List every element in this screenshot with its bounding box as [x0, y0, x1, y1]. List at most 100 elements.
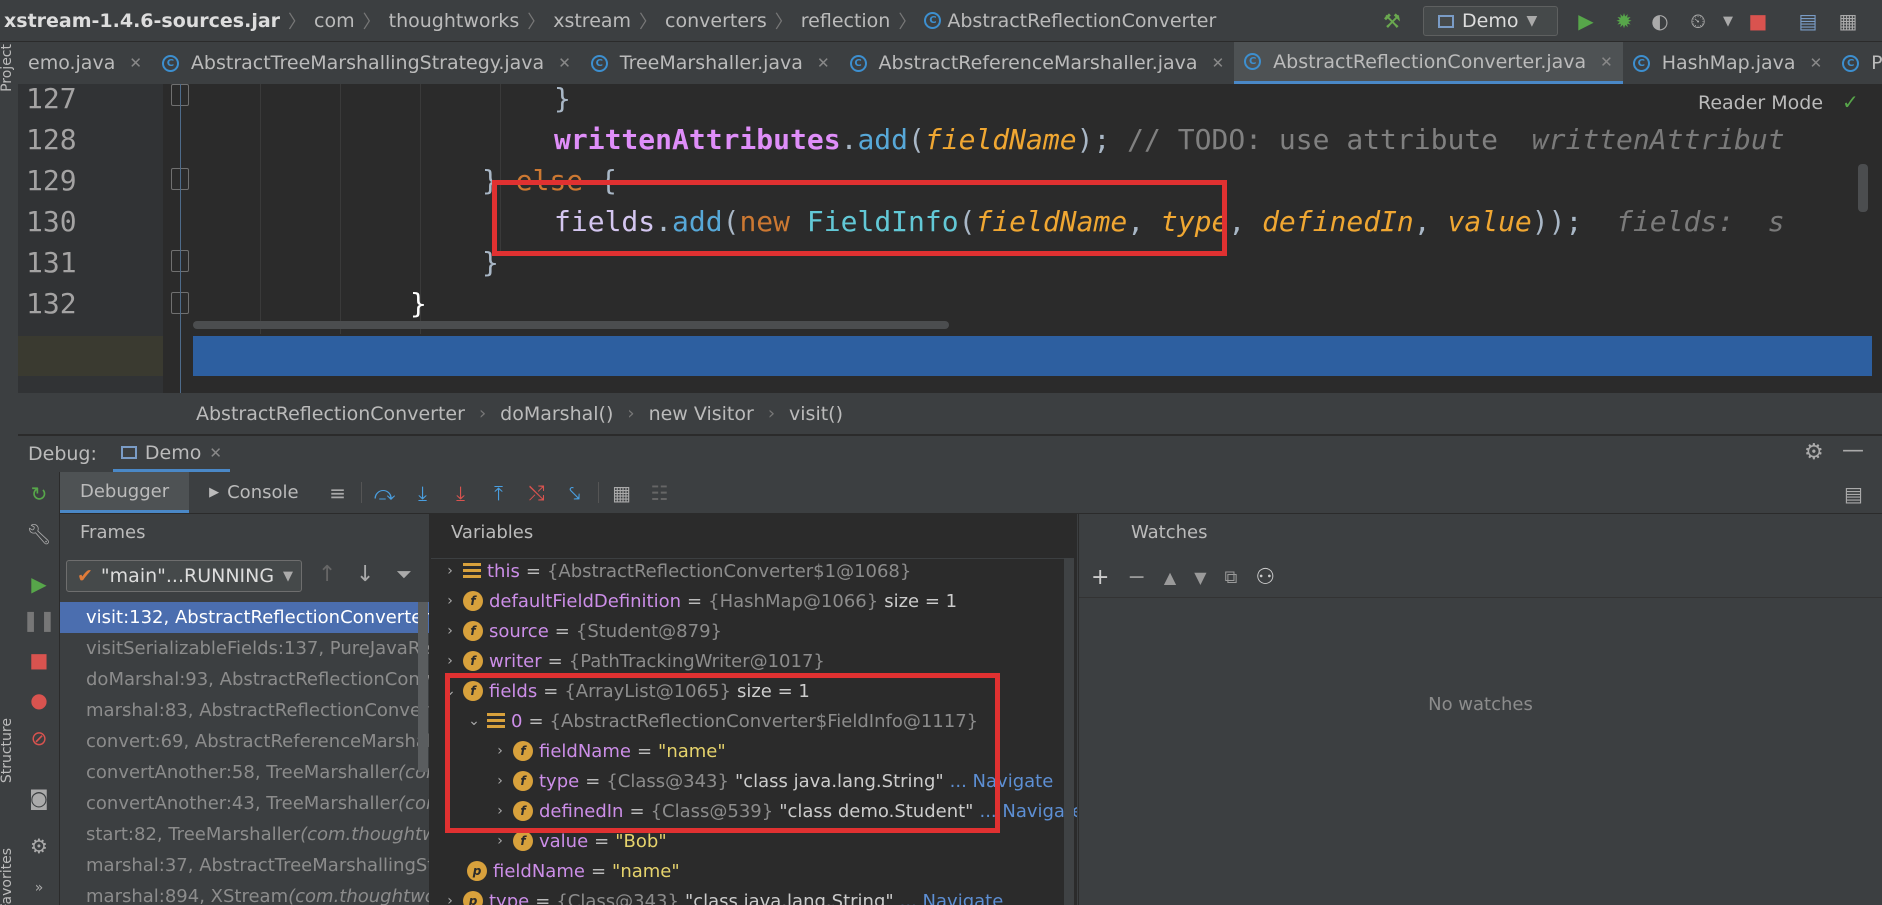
more-run-chevron-icon[interactable]: ▼ — [1716, 9, 1740, 33]
wrench-icon[interactable]: 🔧︎ — [26, 522, 51, 546]
step-over-icon[interactable]: ⤓ — [404, 472, 442, 513]
evaluate-expression-icon[interactable]: ▦ — [603, 472, 641, 513]
settings-icon[interactable]: ⚙ — [27, 834, 51, 858]
code-editor[interactable]: 127 128 129 130 131 132 Reader Mode ✓ } … — [18, 84, 1872, 393]
structure-tool-tab[interactable]: Structure — [0, 718, 15, 783]
crumb-reflection[interactable]: reflection — [793, 10, 899, 32]
debug-bug-icon[interactable]: ✹ — [1612, 9, 1636, 33]
thread-select[interactable]: ✔ "main"...RUNNING ▼ — [66, 560, 302, 592]
build-hammer-icon[interactable]: ⚒ — [1380, 9, 1404, 33]
coverage-icon[interactable]: ◐ — [1648, 9, 1672, 33]
tab-abstract-reflection-converter[interactable]: C AbstractReflectionConverter.java ✕ — [1234, 42, 1623, 84]
close-icon[interactable]: ✕ — [558, 54, 571, 72]
mute-breakpoints-icon[interactable]: ⊘ — [27, 726, 51, 750]
tab-pure-java-reflection[interactable]: C PureJavaRefl — [1832, 42, 1882, 84]
resume-icon[interactable]: ▶ — [27, 572, 51, 596]
gear-icon[interactable]: ⚙ — [1804, 440, 1824, 465]
chevron-right-icon[interactable]: › — [443, 653, 457, 669]
pause-icon[interactable]: ❚❚ — [22, 608, 56, 632]
glasses-icon[interactable]: ⚇ — [1255, 565, 1275, 590]
duplicate-icon[interactable]: ⧉ — [1225, 567, 1238, 588]
variable-row[interactable]: › f writer = {PathTrackingWriter@1017} — [443, 646, 825, 676]
tab-debugger[interactable]: Debugger — [60, 472, 190, 513]
horizontal-scrollbar[interactable] — [193, 321, 949, 329]
force-step-into-icon[interactable]: ⤓ — [442, 472, 480, 513]
chevron-right-icon[interactable]: › — [443, 563, 457, 579]
chevron-right-icon[interactable]: › — [443, 593, 457, 609]
chevron-right-icon[interactable]: › — [443, 623, 457, 639]
move-down-icon[interactable]: ▼ — [1194, 568, 1206, 587]
arrow-up-icon[interactable]: ↑ — [318, 562, 336, 587]
camera-icon[interactable]: ◙ — [27, 786, 51, 810]
minimize-icon[interactable]: — — [1842, 438, 1864, 463]
vertical-scrollbar[interactable] — [1858, 164, 1868, 212]
crumb-jar[interactable]: xstream-1.4.6-sources.jar — [0, 10, 288, 32]
variable-row[interactable]: › p type = {Class@343} "class java.lang.St… — [443, 886, 1003, 905]
bc-class[interactable]: AbstractReflectionConverter — [196, 403, 465, 425]
variable-row[interactable]: › f defaultFieldDefinition = {HashMap@106… — [443, 586, 957, 616]
chevron-right-icon[interactable]: › — [493, 833, 507, 849]
tab-demo-java[interactable]: emo.java ✕ — [18, 42, 152, 84]
tab-abstract-tree-marshalling-strategy[interactable]: C AbstractTreeMarshallingStrategy.java ✕ — [152, 42, 581, 84]
variable-row[interactable]: › this = {AbstractReflectionConverter$1@… — [443, 556, 911, 586]
step-out-icon[interactable]: ⤒ — [480, 472, 518, 513]
frames-scrollbar[interactable] — [418, 602, 428, 772]
tab-tree-marshaller[interactable]: C TreeMarshaller.java ✕ — [581, 42, 840, 84]
close-icon[interactable]: ✕ — [1212, 54, 1225, 72]
project-structure-icon[interactable]: ▤ — [1796, 9, 1820, 33]
crumb-com[interactable]: com — [306, 10, 363, 32]
chevron-right-icon[interactable]: › — [443, 893, 457, 905]
inspection-ok-check-icon[interactable]: ✓ — [1842, 90, 1859, 114]
filter-icon[interactable]: ⏷ — [396, 562, 412, 586]
move-up-icon[interactable]: ▲ — [1164, 568, 1176, 587]
more-icon[interactable]: » — [27, 876, 51, 900]
close-icon[interactable]: ✕ — [817, 54, 830, 72]
stop-icon[interactable]: ■ — [27, 648, 51, 672]
frame-row[interactable]: start:82, TreeMarshaller (com.thoughtwo — [60, 819, 429, 850]
frame-row[interactable]: convertAnother:58, TreeMarshaller (com — [60, 757, 429, 788]
add-watch-icon[interactable]: + — [1091, 565, 1109, 590]
run-to-cursor-icon[interactable]: ⤥ — [556, 472, 594, 513]
close-icon[interactable]: ✕ — [129, 54, 142, 72]
settings-icon[interactable]: ▦ — [1836, 9, 1860, 33]
frame-row[interactable]: visitSerializableFields:137, PureJavaRef… — [60, 633, 429, 664]
trace-icon[interactable]: ☷ — [641, 472, 679, 513]
frame-row[interactable]: marshal:83, AbstractReflectionConverter — [60, 695, 429, 726]
run-configuration-select[interactable]: Demo ▼ — [1423, 6, 1558, 36]
crumb-thoughtworks[interactable]: thoughtworks — [381, 10, 528, 32]
close-icon[interactable]: ✕ — [209, 444, 222, 462]
bc-visit[interactable]: visit() — [789, 403, 843, 425]
show-execution-point-icon[interactable]: ⤼ — [366, 472, 404, 513]
debug-session-tab[interactable]: Demo ✕ — [112, 436, 230, 472]
view-breakpoints-icon[interactable]: ● — [27, 688, 51, 712]
run-icon[interactable]: ▶ — [1574, 9, 1598, 33]
profile-icon[interactable]: ⏲ — [1686, 9, 1710, 33]
rerun-icon[interactable]: ↻ — [27, 482, 51, 506]
restore-layout-icon[interactable]: ▤ — [1844, 482, 1863, 506]
frame-row[interactable]: convert:69, AbstractReferenceMarshalle — [60, 726, 429, 757]
frame-row[interactable]: convertAnother:43, TreeMarshaller (com — [60, 788, 429, 819]
tab-abstract-reference-marshaller[interactable]: C AbstractReferenceMarshaller.java ✕ — [840, 42, 1235, 84]
crumb-xstream[interactable]: xstream — [545, 10, 639, 32]
variable-row[interactable]: p fieldName = "name" — [467, 856, 680, 886]
bc-method[interactable]: doMarshal() — [500, 403, 613, 425]
tab-hashmap[interactable]: C HashMap.java ✕ — [1623, 42, 1832, 84]
variables-scrollbar[interactable] — [1064, 558, 1074, 905]
drop-frame-icon[interactable]: ⤭ — [518, 472, 556, 513]
variable-row[interactable]: › f source = {Student@879} — [443, 616, 722, 646]
crumb-converters[interactable]: converters — [657, 10, 775, 32]
frame-row[interactable]: marshal:894, XStream (com.thoughtwo — [60, 881, 429, 905]
project-tool-tab[interactable]: Project — [0, 44, 15, 92]
bc-visitor[interactable]: new Visitor — [649, 403, 754, 425]
frame-row[interactable]: doMarshal:93, AbstractReflectionConver — [60, 664, 429, 695]
favorites-tool-tab[interactable]: Favorites — [0, 848, 15, 905]
reader-mode-toggle[interactable]: Reader Mode — [1698, 92, 1823, 114]
close-icon[interactable]: ✕ — [1600, 53, 1613, 71]
frame-row[interactable]: marshal:37, AbstractTreeMarshallingStra — [60, 850, 429, 881]
crumb-class[interactable]: C AbstractReflectionConverter — [916, 10, 1224, 32]
navigate-link[interactable]: ... Navigate — [900, 891, 1004, 905]
layout-menu-icon[interactable]: ≡ — [319, 472, 357, 513]
remove-watch-icon[interactable]: − — [1127, 565, 1145, 590]
arrow-down-icon[interactable]: ↓ — [356, 562, 374, 587]
stop-icon[interactable]: ■ — [1746, 9, 1770, 33]
